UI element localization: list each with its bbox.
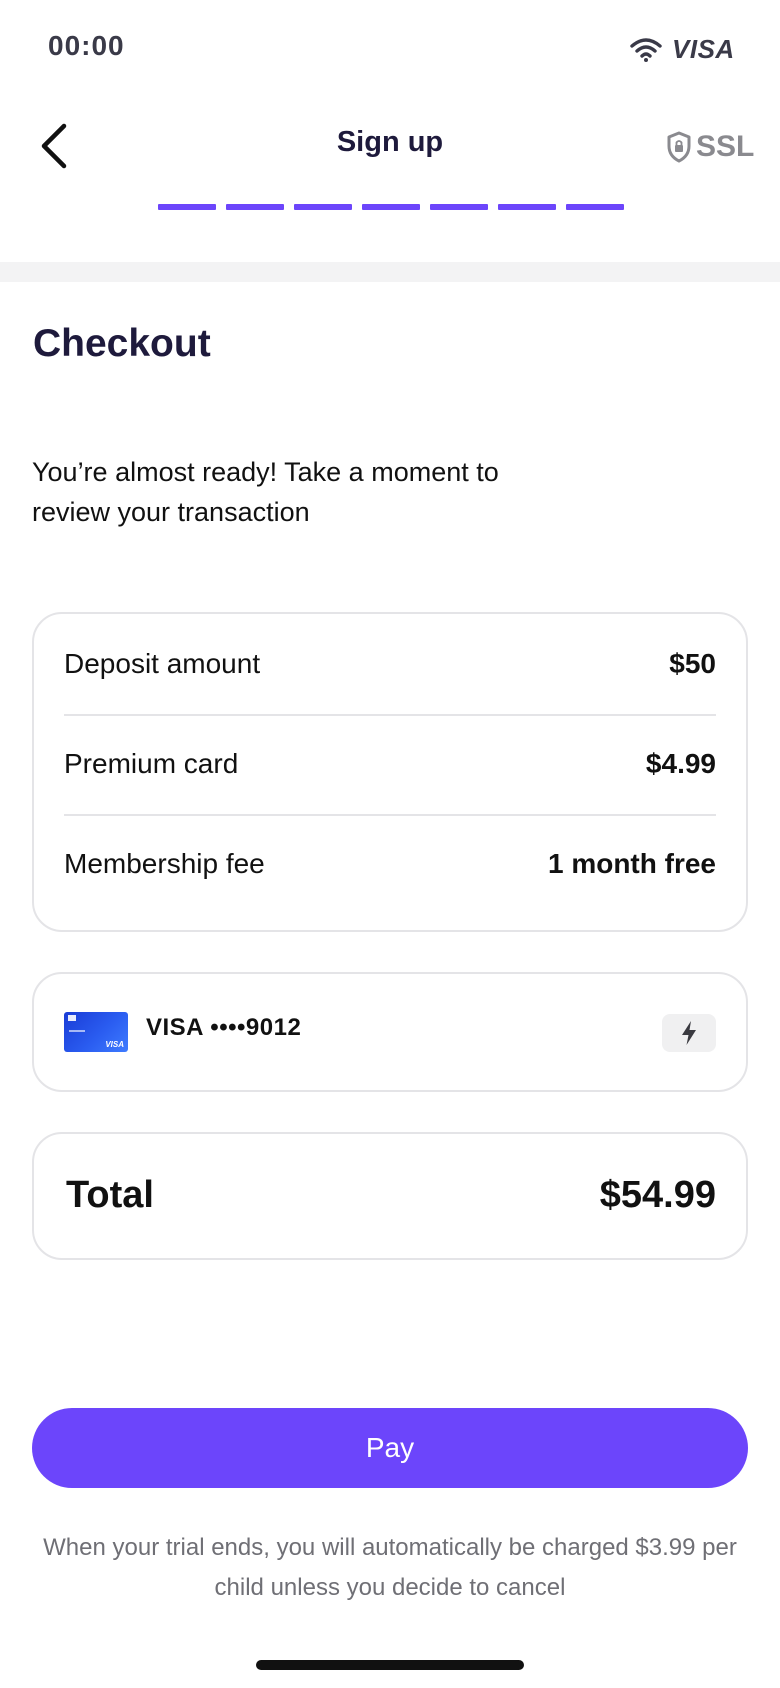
trial-footnote: When your trial ends, you will automatic… [43, 1534, 737, 1601]
summary-row-label: Premium card [64, 748, 239, 779]
intro-text: You’re almost ready! Take a moment to re… [32, 457, 499, 527]
payment-method-selector[interactable]: VISA VISA ••••9012 [32, 972, 748, 1092]
summary-row-membership: Membership fee 1 month free [64, 814, 716, 914]
progress-step [430, 204, 488, 210]
progress-step [498, 204, 556, 210]
progress-step [566, 204, 624, 210]
wifi-icon [630, 38, 662, 62]
total-card: Total $54.99 [32, 1132, 748, 1260]
pay-button[interactable]: Pay [32, 1408, 748, 1488]
payment-method-label: VISA ••••9012 [146, 1014, 302, 1041]
status-time: 00:00 [48, 30, 125, 61]
progress-step [294, 204, 352, 210]
progress-step [362, 204, 420, 210]
mini-visa-mark: VISA [105, 1040, 124, 1049]
order-summary-card: Deposit amount $50 Premium card $4.99 Me… [32, 612, 748, 932]
ssl-label: SSL [696, 130, 755, 163]
progress-step [226, 204, 284, 210]
status-brand-logo: VISA [672, 34, 735, 64]
section-divider [0, 262, 780, 282]
summary-row-value: $50 [669, 648, 716, 679]
bank-logo-icon [68, 1015, 76, 1021]
summary-row-value: 1 month free [547, 848, 716, 879]
lightning-bolt-icon [682, 1021, 696, 1045]
quick-pay-button[interactable] [662, 1014, 716, 1052]
home-indicator[interactable] [256, 1660, 524, 1670]
header-title: Sign up [336, 126, 444, 158]
page-title: Checkout [33, 322, 211, 365]
shield-lock-icon [667, 131, 691, 163]
signup-progress-bar [158, 204, 624, 210]
summary-row-value: $4.99 [645, 748, 716, 779]
progress-step [158, 204, 216, 210]
total-value: $54.99 [599, 1174, 716, 1216]
visa-card-icon: VISA [64, 1012, 128, 1052]
summary-row-premium-card: Premium card $4.99 [64, 714, 716, 816]
card-holder-line [69, 1030, 85, 1032]
summary-row-label: Deposit amount [64, 648, 261, 679]
summary-row-label: Membership fee [64, 848, 265, 879]
ssl-indicator: SSL [666, 128, 754, 166]
summary-row-deposit: Deposit amount $50 [64, 614, 716, 716]
total-label: Total [66, 1174, 154, 1216]
